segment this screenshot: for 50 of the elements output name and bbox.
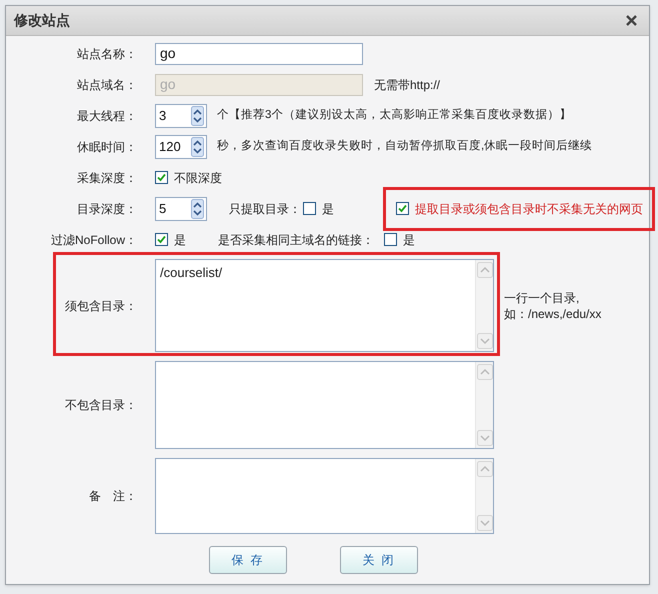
- dialog-title: 修改站点: [14, 11, 70, 30]
- dialog-button[interactable]: 保 存: [209, 546, 287, 574]
- number-field[interactable]: 5: [155, 196, 207, 220]
- scroll-down-icon[interactable]: [476, 515, 492, 531]
- scroll-up-icon[interactable]: [476, 262, 492, 278]
- field-label: 站点名称：: [76, 46, 138, 62]
- field-label: 休眠时间：: [76, 138, 138, 156]
- scroll-up-icon[interactable]: [476, 461, 492, 477]
- spinner-arrows-icon[interactable]: [191, 106, 204, 126]
- scroll-down-icon[interactable]: [476, 430, 492, 446]
- field-label: 目录深度：: [76, 200, 138, 218]
- field-label: 过滤NoFollow：: [50, 232, 138, 248]
- field-label: 须包含目录：: [64, 298, 138, 314]
- number-field[interactable]: 120: [155, 134, 207, 158]
- number-field[interactable]: 3: [155, 104, 207, 128]
- checkbox[interactable]: [155, 171, 168, 184]
- checkbox[interactable]: [384, 233, 397, 246]
- spinner-arrows-icon[interactable]: [191, 136, 204, 156]
- field-label: 采集深度：: [76, 170, 138, 186]
- field-label: 最大线程：: [76, 108, 138, 124]
- field-label: 不包含目录：: [64, 397, 138, 414]
- text-area[interactable]: /courselist/: [155, 259, 494, 352]
- field-hint: 个【推荐3个（建议别设太高，太高影响正常采集百度收录数据）】: [217, 107, 572, 123]
- text-area[interactable]: [155, 458, 494, 534]
- field-hint: 秒，多次查询百度收录失败时，自动暂停抓取百度,休眠一段时间后继续: [217, 138, 592, 154]
- scroll-up-icon[interactable]: [476, 364, 492, 380]
- scrollbar[interactable]: [475, 260, 493, 351]
- checkbox[interactable]: [303, 202, 316, 215]
- field-hint: 无需带http://: [374, 76, 440, 94]
- checkbox-label: 是: [174, 232, 186, 248]
- text-area[interactable]: [155, 361, 494, 449]
- field-label: 站点域名：: [76, 76, 138, 94]
- dialog-button[interactable]: 关 闭: [340, 546, 418, 574]
- checkbox[interactable]: [155, 233, 168, 246]
- text-field[interactable]: go: [155, 42, 363, 64]
- field-hint: 如：/news,/edu/xx: [504, 306, 602, 322]
- field-label: 备 注：: [88, 488, 138, 505]
- checkbox-label: 是: [403, 232, 415, 248]
- option-label: 只提取目录：: [229, 200, 301, 218]
- close-icon[interactable]: [626, 15, 637, 26]
- checkbox-label: 不限深度: [174, 170, 222, 186]
- checkbox-label: 提取目录或须包含目录时不采集无关的网页: [415, 200, 643, 218]
- checkbox-label: 是: [322, 200, 334, 218]
- field-hint: 一行一个目录,: [504, 290, 580, 306]
- scroll-down-icon[interactable]: [476, 333, 492, 349]
- scrollbar[interactable]: [475, 459, 493, 533]
- option-label: 是否采集相同主域名的链接：: [218, 232, 374, 248]
- spinner-arrows-icon[interactable]: [191, 198, 204, 218]
- scrollbar[interactable]: [475, 362, 493, 448]
- checkbox[interactable]: [396, 202, 409, 215]
